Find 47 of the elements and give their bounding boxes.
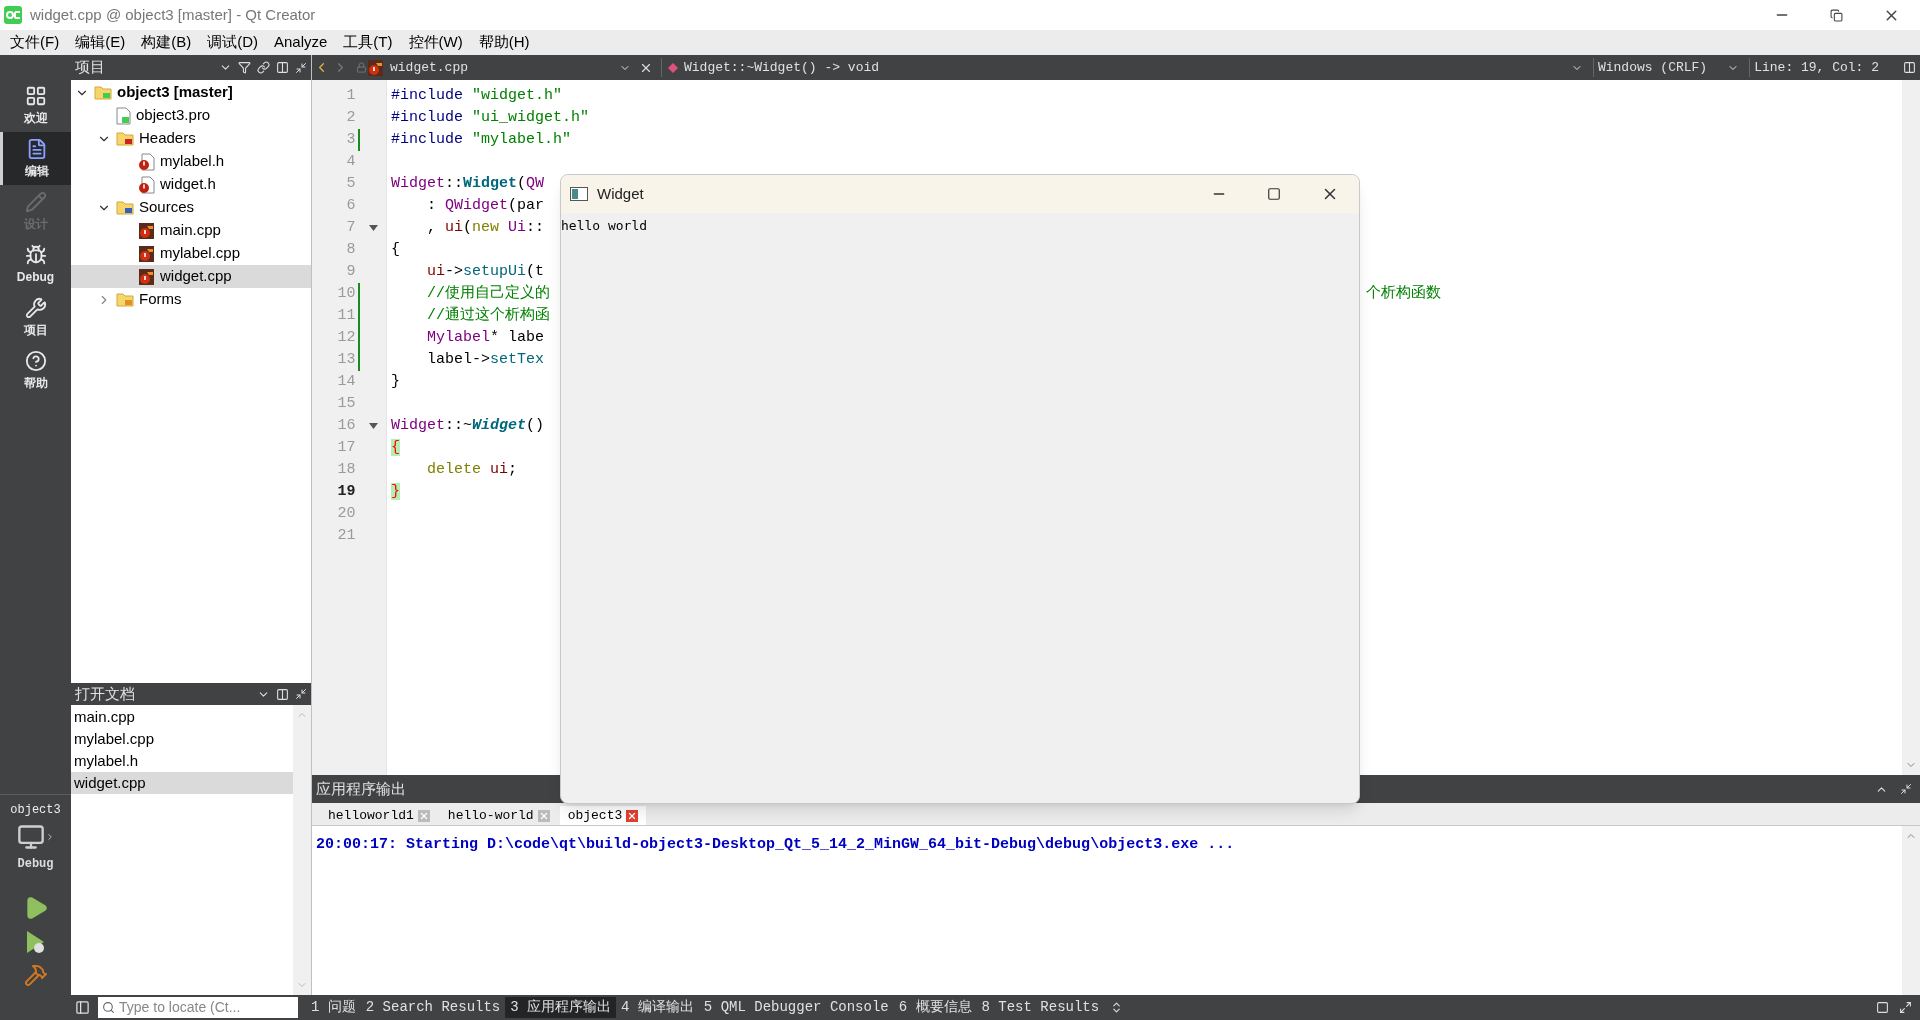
code-line: #include "mylabel.h" [391,129,572,150]
line-number: 11 [336,305,356,326]
line-number: 13 [336,349,356,370]
line-number: 16 [336,415,356,436]
code-line: Widget::Widget(QW [391,173,545,194]
line-number: 7 [345,217,356,238]
code-line: , ui(new Ui:: [426,217,545,238]
line-number: 19 [336,481,356,502]
code-line: #include "widget.h" [391,85,563,106]
line-number: 5 [345,173,356,194]
window-title: widget.cpp @ object3 [master] - Qt Creator [30,4,316,25]
code-line: : QWidget(par [426,195,545,216]
panel-title: 打开文档 [75,683,135,704]
build-config: Debug [17,856,54,873]
code-line: Mylabel* labe [426,327,545,348]
app-window-title: Widget [597,183,644,204]
code-line: Widget::~Widget() [391,415,545,436]
code-line: label->setTex [426,349,545,370]
pane-title: 应用程序输出 [316,778,406,799]
line-number: 2 [345,107,356,128]
code-line: #include "ui_widget.h" [391,107,590,128]
code-line: { [391,239,400,260]
output-text: 20:00:17: Starting D:\code\qt\build-object3-Desktop_Qt_5_14_2_MinGW_64_bit-Debug\debug\object3.exe ... [316,836,1235,853]
target-project: object3 [10,802,61,819]
code-line: 个析构函数 [1366,283,1441,304]
line-number: 17 [336,437,356,458]
line-number: 9 [345,261,356,282]
line-number: 18 [336,459,356,480]
line-number: 1 [345,85,356,106]
code-line: ui->setupUi(t [426,261,545,282]
line-number: 21 [336,525,356,546]
line-number: 12 [336,327,356,348]
line-number: 10 [336,283,356,304]
cursor-position: Line: 19, Col: 2 [1749,57,1879,78]
panel-title: 项目 [75,57,105,78]
code-line: //通过这个析构函 [426,305,550,326]
line-number: 8 [345,239,356,260]
line-number: 15 [336,393,356,414]
line-number: 20 [336,503,356,524]
code-line: delete ui; [426,459,518,480]
line-number: 4 [345,151,356,172]
line-number: 3 [345,129,356,150]
code-line: } [391,371,400,392]
line-number: 6 [345,195,356,216]
hello-label: hello world [561,218,648,233]
code-line: //使用自己定义的 [426,283,550,304]
line-number: 14 [336,371,356,392]
